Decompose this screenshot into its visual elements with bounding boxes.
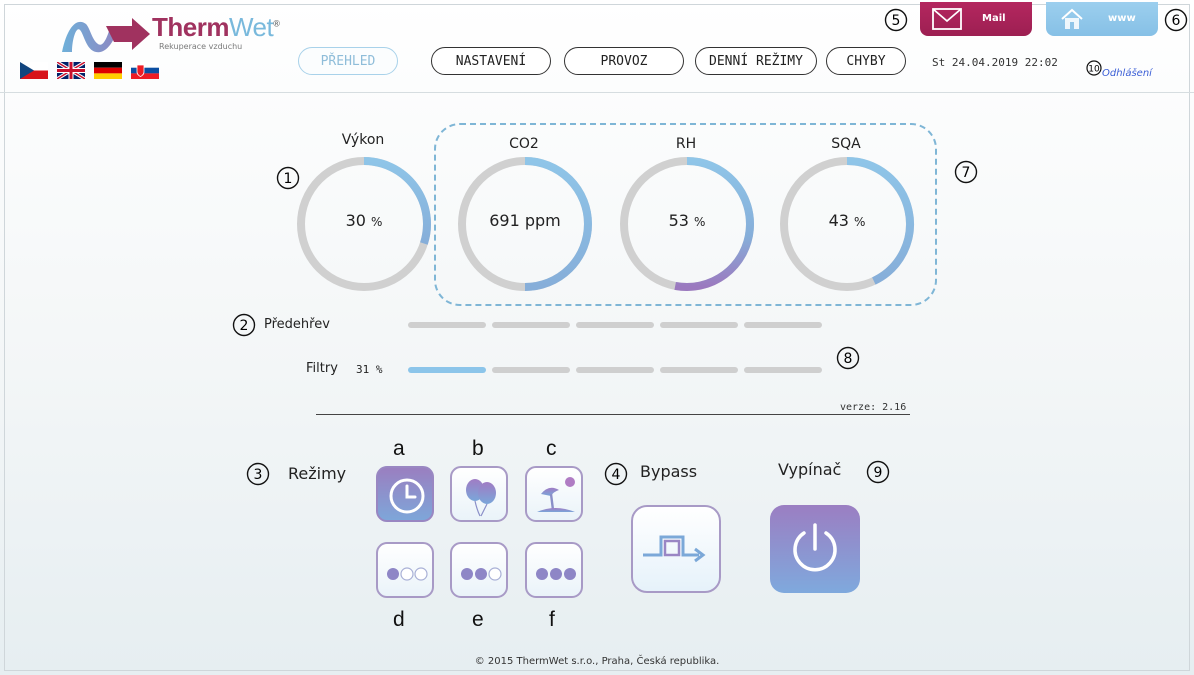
filters-bar bbox=[408, 367, 822, 373]
mode-letter-b: b bbox=[472, 437, 484, 460]
svg-text:6: 6 bbox=[1172, 13, 1181, 29]
filters-value: 31 % bbox=[356, 363, 383, 376]
callout-7: 7 bbox=[954, 160, 978, 184]
header: ThermWet® Rekuperace vzduchu PŘEHLED NAS… bbox=[0, 0, 1194, 93]
www-label: www bbox=[1108, 13, 1136, 24]
callout-3: 3 bbox=[246, 462, 270, 486]
bar-segment bbox=[576, 322, 654, 328]
mail-button[interactable]: Mail bbox=[920, 2, 1032, 36]
tab-provoz[interactable]: PROVOZ bbox=[564, 47, 684, 75]
de-flag[interactable] bbox=[94, 62, 122, 79]
gauge-vykon: 30 % bbox=[289, 149, 439, 299]
footer-copyright: © 2015 ThermWet s.r.o., Praha, Česká rep… bbox=[474, 656, 720, 667]
mode-button-d[interactable] bbox=[376, 542, 434, 598]
language-flags bbox=[20, 62, 159, 79]
bar-segment bbox=[492, 322, 570, 328]
brand-logo bbox=[60, 14, 152, 58]
mode-letter-a: a bbox=[393, 437, 405, 460]
mode-letter-f: f bbox=[549, 608, 555, 631]
mode-letter-c: c bbox=[546, 437, 557, 460]
gauge-title-vykon: Výkon bbox=[341, 132, 385, 148]
mode-button-e[interactable] bbox=[450, 542, 508, 598]
callout-4: 4 bbox=[604, 462, 628, 486]
datetime: St 24.04.2019 22:02 bbox=[932, 56, 1058, 69]
callout-9: 9 bbox=[866, 460, 890, 484]
bar-segment bbox=[492, 367, 570, 373]
bypass-label: Bypass bbox=[640, 462, 698, 481]
island-icon bbox=[537, 477, 575, 512]
bar-segment bbox=[744, 367, 822, 373]
uk-flag[interactable] bbox=[57, 62, 85, 79]
preheat-bar bbox=[408, 322, 822, 328]
logout-link[interactable]: Odhlášení bbox=[1102, 68, 1152, 79]
bar-segment bbox=[576, 367, 654, 373]
gauge-co2: 691 ppm bbox=[450, 149, 600, 299]
bar-segment bbox=[660, 367, 738, 373]
power-label: Vypínač bbox=[778, 460, 842, 479]
mode-letter-d: d bbox=[393, 608, 405, 631]
sk-flag[interactable] bbox=[131, 62, 159, 79]
power-button[interactable] bbox=[770, 505, 860, 593]
home-icon bbox=[1061, 8, 1083, 29]
mail-label: Mail bbox=[982, 13, 1006, 24]
svg-text:8: 8 bbox=[844, 351, 853, 367]
bypass-icon bbox=[643, 535, 706, 563]
divider bbox=[316, 414, 910, 415]
tab-denni-rezimy[interactable]: DENNÍ REŽIMY bbox=[695, 47, 817, 75]
tab-prehled[interactable]: PŘEHLED bbox=[298, 47, 398, 75]
brand-subtitle: Rekuperace vzduchu bbox=[159, 42, 243, 51]
gauge-value-co2: 691 bbox=[489, 211, 520, 230]
mode-letter-e: e bbox=[472, 608, 484, 631]
preheat-label: Předehřev bbox=[264, 317, 330, 332]
svg-text:7: 7 bbox=[962, 165, 971, 181]
fan-level-3-icon bbox=[536, 568, 576, 580]
mode-button-f[interactable] bbox=[525, 542, 583, 598]
www-button[interactable]: www bbox=[1046, 2, 1158, 36]
envelope-icon bbox=[932, 8, 962, 30]
svg-text:9: 9 bbox=[874, 465, 883, 481]
mode-button-a[interactable] bbox=[376, 466, 434, 522]
filters-label: Filtry bbox=[306, 361, 338, 376]
cz-flag[interactable] bbox=[20, 62, 48, 79]
bar-segment bbox=[660, 322, 738, 328]
callout-8: 8 bbox=[836, 346, 860, 370]
bar-segment bbox=[408, 322, 486, 328]
callout-6: 6 bbox=[1164, 8, 1188, 32]
gauge-sqa: 43 % bbox=[772, 149, 922, 299]
mode-button-b[interactable] bbox=[450, 466, 508, 522]
svg-text:4: 4 bbox=[612, 467, 621, 483]
modes-label: Režimy bbox=[288, 464, 347, 483]
tab-chyby[interactable]: CHYBY bbox=[826, 47, 906, 75]
gauge-rh: 53 % bbox=[612, 149, 762, 299]
power-icon bbox=[793, 523, 837, 572]
callout-5: 5 bbox=[884, 8, 908, 32]
svg-text:10: 10 bbox=[1088, 65, 1100, 75]
gauge-value-sqa: 43 bbox=[828, 211, 849, 230]
fan-level-1-icon bbox=[387, 567, 428, 581]
window-frame bbox=[4, 4, 1190, 671]
clock-icon bbox=[389, 478, 425, 514]
callout-2: 2 bbox=[232, 313, 256, 337]
version-label: verze: 2.16 bbox=[840, 402, 907, 413]
svg-text:3: 3 bbox=[254, 467, 263, 483]
balloons-icon bbox=[466, 479, 496, 517]
gauge-value-rh: 53 bbox=[668, 211, 689, 230]
bar-segment bbox=[744, 322, 822, 328]
fan-level-2-icon bbox=[461, 567, 502, 581]
mode-button-c[interactable] bbox=[525, 466, 583, 522]
gauge-level-arc bbox=[363, 157, 431, 245]
gauge-value-vykon: 30 bbox=[345, 211, 366, 230]
svg-text:2: 2 bbox=[240, 318, 249, 334]
bypass-button[interactable] bbox=[631, 505, 721, 593]
svg-text:5: 5 bbox=[892, 13, 901, 29]
tab-nastaveni[interactable]: NASTAVENÍ bbox=[431, 47, 551, 75]
brand-name: ThermWet® bbox=[152, 12, 280, 42]
bar-segment bbox=[408, 367, 486, 373]
callout-10: 10 bbox=[1086, 60, 1102, 76]
